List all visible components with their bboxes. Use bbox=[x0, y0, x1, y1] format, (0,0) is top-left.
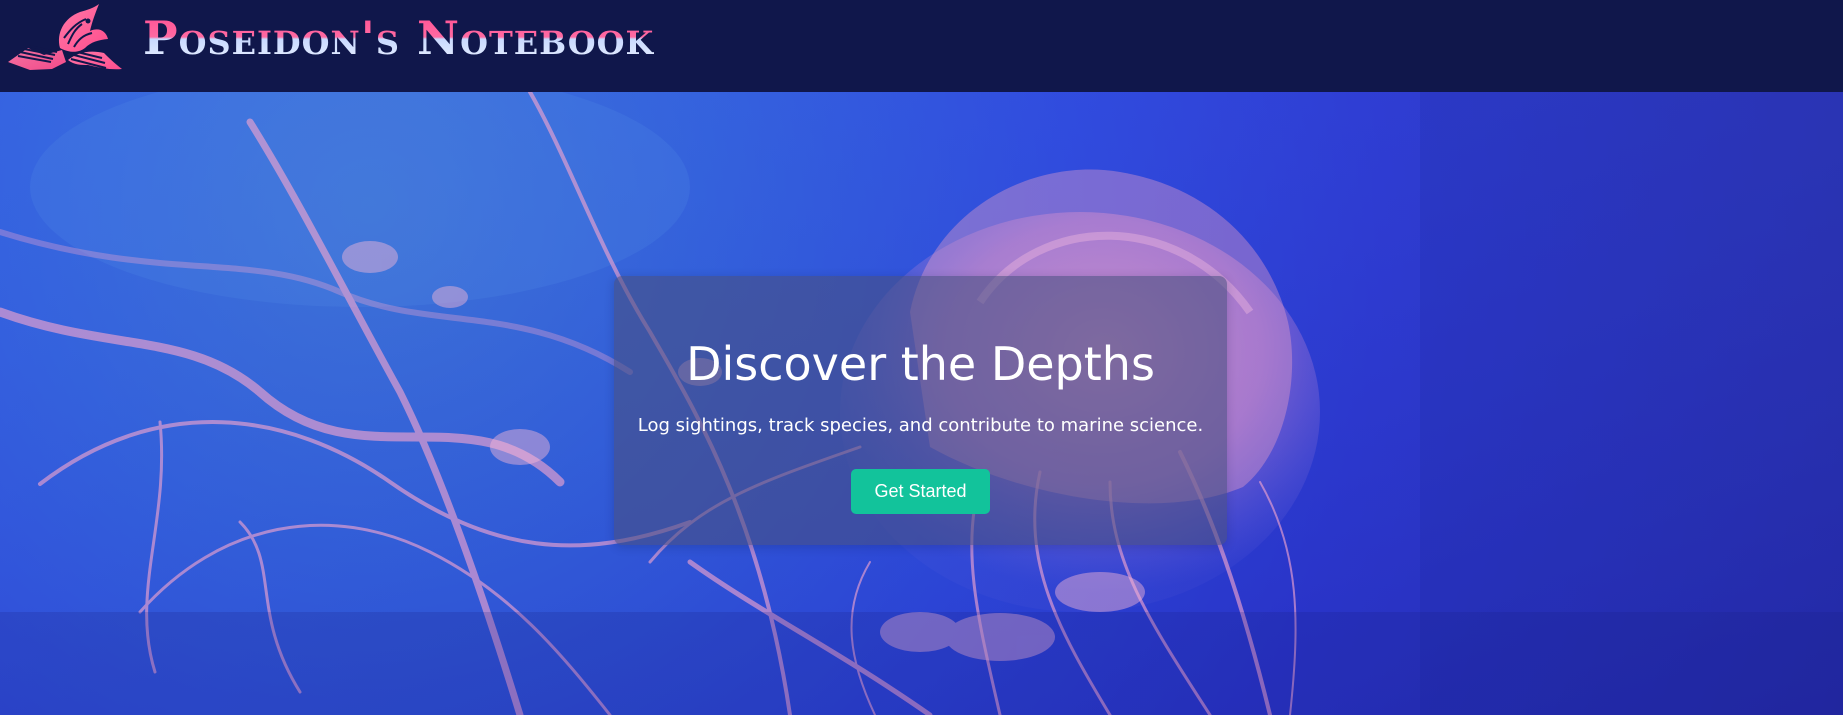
hero-subtitle: Log sightings, track species, and contri… bbox=[637, 415, 1204, 436]
hero-card: Discover the Depths Log sightings, track… bbox=[614, 276, 1227, 545]
book-fish-logo-icon[interactable] bbox=[4, 4, 128, 78]
get-started-button[interactable]: Get Started bbox=[851, 469, 990, 514]
hero-section: Discover the Depths Log sightings, track… bbox=[0, 92, 1843, 715]
hero-heading: Discover the Depths bbox=[686, 337, 1155, 391]
site-title[interactable]: Poseidon's Notebook bbox=[143, 12, 654, 64]
site-header: Poseidon's Notebook bbox=[0, 0, 1843, 92]
